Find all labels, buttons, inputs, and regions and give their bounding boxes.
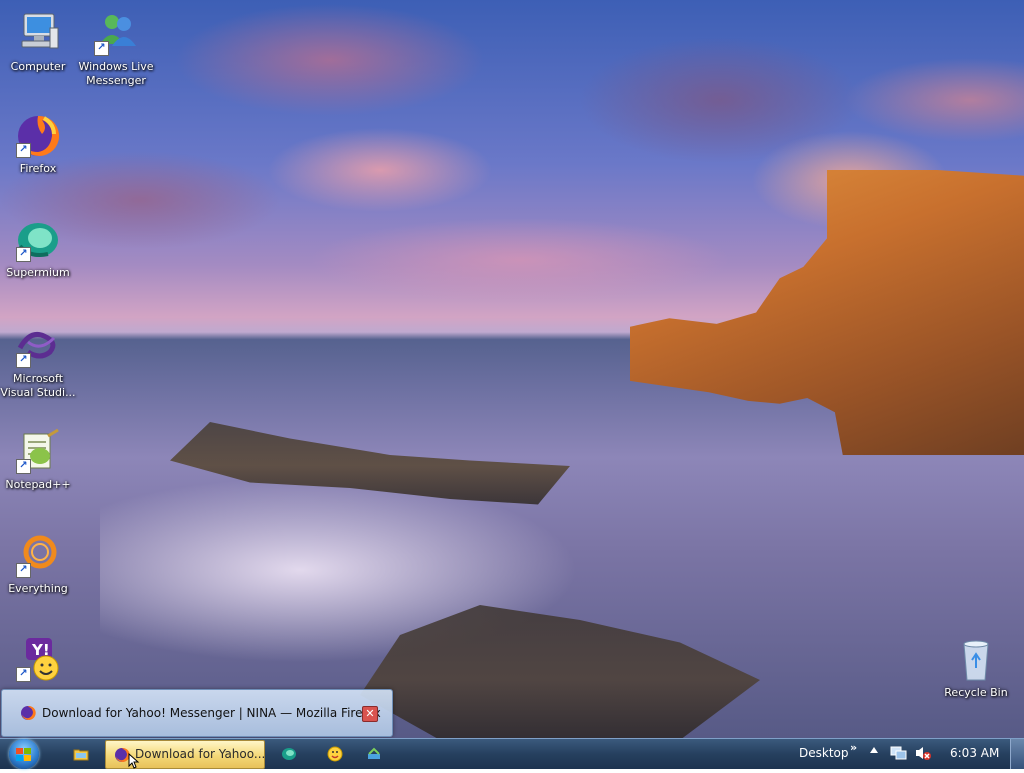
quick-launch-tool[interactable] (357, 741, 391, 767)
shortcut-arrow-icon: ↗ (16, 353, 31, 368)
desktop-background: Computer ↗ Windows Live Messenger ↗ Fire… (0, 0, 1024, 738)
desktop-icon-label: Supermium (6, 266, 70, 279)
sea-cliff (630, 170, 1024, 455)
desktop-icon-firefox[interactable]: ↗ Firefox (0, 112, 76, 176)
yahoo-messenger-icon: Y! ↗ (14, 636, 62, 684)
taskbar: Download for Yahoo... Desktop » 6:03 AM (0, 738, 1024, 769)
desktop-icon-label: Computer (10, 60, 66, 73)
desktop-toolbar-label[interactable]: Desktop (799, 746, 849, 760)
shortcut-arrow-icon: ↗ (16, 247, 31, 262)
desktop-icon-recycle-bin[interactable]: Recycle Bin (938, 636, 1014, 700)
tray-expand-arrow-icon[interactable] (870, 747, 878, 753)
desktop-icon-label: Everything (8, 582, 68, 595)
desktop-icon-windows-live-messenger[interactable]: ↗ Windows Live Messenger (76, 10, 156, 88)
quick-launch-supermium[interactable] (272, 741, 306, 767)
desktop-icon-label: Notepad++ (5, 478, 71, 491)
desktop-icon-label: Recycle Bin (944, 686, 1008, 699)
desktop-icon-supermium[interactable]: ↗ Supermium (0, 216, 76, 280)
desktop-icon-label: Microsoft Visual Studi... (0, 372, 76, 399)
shortcut-arrow-icon: ↗ (94, 41, 109, 56)
desktop-icon-yahoo-messenger[interactable]: Y! ↗ (0, 636, 76, 686)
taskbar-thumbnail-popup[interactable]: Download for Yahoo! Messenger | NINA — M… (1, 689, 393, 737)
taskbar-task-label: Download for Yahoo... (135, 747, 266, 761)
shortcut-arrow-icon: ↗ (16, 667, 31, 682)
visual-studio-icon: ↗ (14, 322, 62, 370)
show-desktop-button[interactable] (1010, 739, 1024, 769)
volume-muted-icon[interactable] (914, 745, 932, 761)
computer-icon (14, 10, 62, 58)
tool-icon (366, 746, 382, 762)
desktop-icon-visual-studio[interactable]: ↗ Microsoft Visual Studi... (0, 322, 76, 400)
desktop-icon-everything[interactable]: ↗ Everything (0, 532, 76, 596)
taskbar-clock[interactable]: 6:03 AM (950, 746, 999, 760)
desktop-icon-notepadpp[interactable]: ↗ Notepad++ (0, 428, 76, 492)
shortcut-arrow-icon: ↗ (16, 459, 31, 474)
popup-close-button[interactable]: ✕ (362, 706, 378, 722)
yahoo-messenger-icon (327, 746, 343, 762)
supermium-icon (281, 746, 297, 762)
popup-window-title: Download for Yahoo! Messenger | NINA — M… (42, 706, 381, 720)
mouse-cursor-icon (128, 752, 140, 769)
supermium-icon: ↗ (14, 216, 62, 264)
folder-icon (73, 746, 89, 762)
firefox-icon: ↗ (14, 112, 62, 160)
firefox-icon (20, 705, 36, 721)
start-button[interactable] (7, 739, 43, 769)
recycle-bin-icon (952, 636, 1000, 684)
desktop-icon-label: Windows Live Messenger (78, 60, 154, 87)
desktop-icon-label: Firefox (19, 162, 57, 175)
messenger-icon: ↗ (92, 10, 140, 58)
network-icon[interactable] (890, 745, 908, 761)
everything-icon: ↗ (14, 532, 62, 580)
toolbar-chevron-icon[interactable]: » (850, 741, 857, 754)
quick-launch-explorer[interactable] (64, 741, 98, 767)
shortcut-arrow-icon: ↗ (16, 563, 31, 578)
desktop-icon-computer[interactable]: Computer (0, 10, 76, 74)
windows-flag-icon (16, 747, 32, 761)
quick-launch-yahoo[interactable] (318, 741, 352, 767)
shortcut-arrow-icon: ↗ (16, 143, 31, 158)
notepadpp-icon: ↗ (14, 428, 62, 476)
